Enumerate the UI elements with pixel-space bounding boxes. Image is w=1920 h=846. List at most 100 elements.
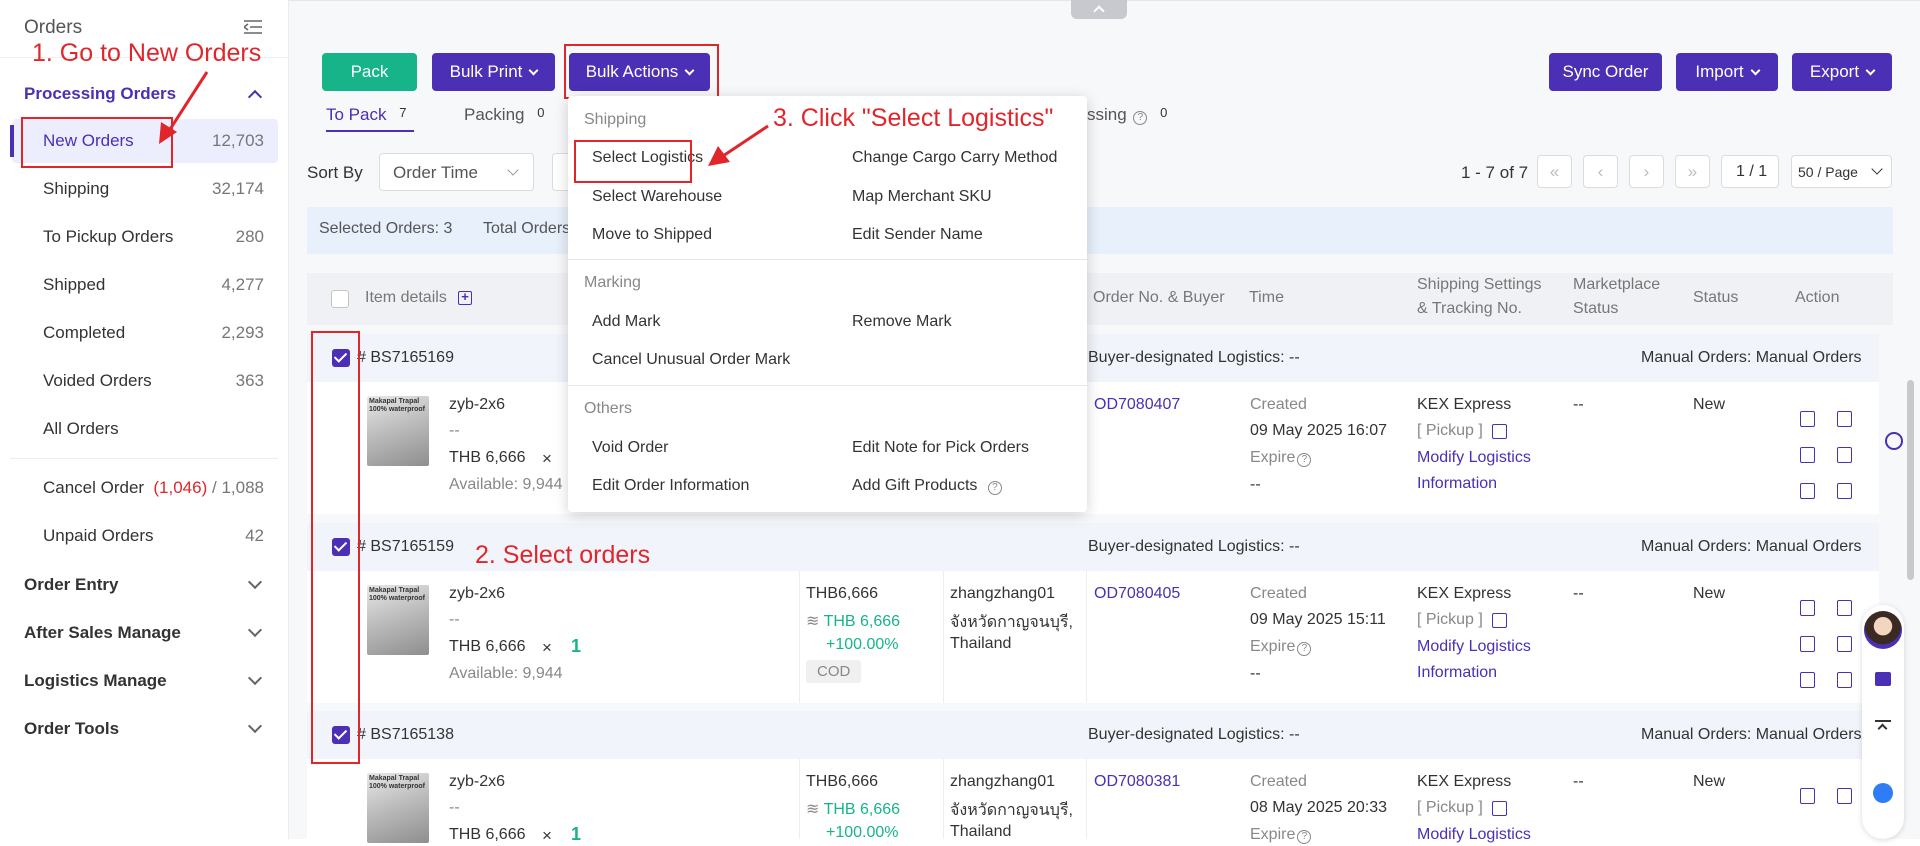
sidebar-item-voided-orders[interactable]: Voided Orders 363 xyxy=(12,359,278,403)
order-number-link[interactable]: OD7080405 xyxy=(1094,585,1180,603)
product-variant: -- xyxy=(449,799,460,816)
box-icon[interactable] xyxy=(1800,672,1815,688)
menu-item-cancel-unusual-mark[interactable]: Cancel Unusual Order Mark xyxy=(592,351,790,369)
prev-page-button[interactable]: ‹ xyxy=(1583,155,1618,188)
chevron-down-icon[interactable] xyxy=(247,574,263,590)
sidebar-item-shipping[interactable]: Shipping 32,174 xyxy=(12,167,278,211)
edit-icon[interactable] xyxy=(1492,424,1507,439)
menu-item-map-merchant-sku[interactable]: Map Merchant SKU xyxy=(852,188,992,206)
menu-item-move-to-shipped[interactable]: Move to Shipped xyxy=(592,226,712,244)
pack-button[interactable]: Pack xyxy=(322,53,417,91)
export-button[interactable]: Export xyxy=(1792,53,1892,91)
sidebar-item-unpaid-orders[interactable]: Unpaid Orders 42 xyxy=(12,514,278,558)
edit-icon[interactable] xyxy=(1492,613,1507,628)
order-number-link[interactable]: OD7080407 xyxy=(1094,396,1180,414)
help-icon: ? xyxy=(987,481,1002,495)
help-icon: ? xyxy=(1297,830,1312,844)
chevron-up-icon[interactable] xyxy=(247,89,263,105)
sort-by-select[interactable]: Order Time xyxy=(379,153,534,191)
sidebar-item-all-orders[interactable]: All Orders xyxy=(12,407,278,451)
support-avatar[interactable] xyxy=(1864,611,1902,649)
document-icon[interactable] xyxy=(1837,600,1852,616)
search-icon[interactable] xyxy=(1885,432,1903,450)
button-label: Export xyxy=(1809,62,1860,81)
sidebar-group-after-sales[interactable]: After Sales Manage xyxy=(24,623,181,643)
note-icon[interactable] xyxy=(1800,636,1815,652)
menu-item-add-mark[interactable]: Add Mark xyxy=(592,313,660,331)
profit-percent: +100.00% xyxy=(826,824,899,841)
chevron-down-icon xyxy=(1871,163,1883,175)
assistant-icon[interactable] xyxy=(1873,783,1893,803)
chevron-up-icon xyxy=(1093,5,1105,17)
package-icon[interactable] xyxy=(1800,600,1815,616)
package-icon[interactable] xyxy=(1800,788,1815,804)
note-icon[interactable] xyxy=(1800,447,1815,463)
per-page-select[interactable]: 50 / Page xyxy=(1791,155,1892,188)
chevron-down-icon[interactable] xyxy=(247,718,263,734)
button-label: Import xyxy=(1695,62,1744,81)
modify-logistics-link[interactable]: Modify Logistics xyxy=(1417,826,1531,844)
next-page-button[interactable]: › xyxy=(1629,155,1664,188)
sidebar-item-shipped[interactable]: Shipped 4,277 xyxy=(12,263,278,307)
document-icon[interactable] xyxy=(1837,411,1852,427)
back-to-top-icon[interactable] xyxy=(1875,720,1891,734)
sidebar-item-cancel-order[interactable]: Cancel Order (1,046) / 1,088 xyxy=(12,466,278,510)
page-input[interactable]: 1 / 1 xyxy=(1721,155,1779,188)
scrollbar-thumb[interactable] xyxy=(1907,380,1914,580)
sidebar-item-label: Cancel Order xyxy=(43,478,145,497)
select-all-checkbox[interactable] xyxy=(331,290,349,308)
collapse-header-handle[interactable] xyxy=(1071,0,1127,19)
order-row: Makapal Trapal 100% waterproof zyb-2x6 -… xyxy=(307,382,1879,514)
tab-processing[interactable]: ssing ? 0 xyxy=(1087,105,1167,125)
edit-icon[interactable] xyxy=(1837,636,1852,652)
expand-plus-icon[interactable]: + xyxy=(458,290,472,305)
sidebar-item-completed[interactable]: Completed 2,293 xyxy=(12,311,278,355)
button-label: Sync Order xyxy=(1562,62,1649,81)
dropdown-section-others: Others xyxy=(584,400,633,417)
edit-icon[interactable] xyxy=(1837,447,1852,463)
bulk-print-button[interactable]: Bulk Print xyxy=(432,53,555,91)
tab-to-pack[interactable]: To Pack 7 xyxy=(326,105,406,125)
sidebar-item-to-pickup-orders[interactable]: To Pickup Orders 280 xyxy=(12,215,278,259)
modify-logistics-link[interactable]: Modify Logistics xyxy=(1417,449,1531,467)
product-price: THB 6,666 xyxy=(449,638,526,655)
chat-icon[interactable] xyxy=(1875,672,1891,686)
order-number-link[interactable]: OD7080381 xyxy=(1094,773,1180,791)
box-icon[interactable] xyxy=(1800,483,1815,499)
sidebar-item-label: Voided Orders xyxy=(43,371,152,390)
last-page-button[interactable]: » xyxy=(1675,155,1710,188)
first-page-button[interactable]: « xyxy=(1537,155,1572,188)
modify-logistics-link-line2[interactable]: Information xyxy=(1417,475,1497,493)
menu-item-void-order[interactable]: Void Order xyxy=(592,439,668,457)
edit-icon[interactable] xyxy=(1492,801,1507,816)
sidebar-group-logistics[interactable]: Logistics Manage xyxy=(24,671,167,691)
menu-item-add-gift-products[interactable]: Add Gift Products ? xyxy=(852,477,1002,495)
import-button[interactable]: Import xyxy=(1676,53,1778,91)
sidebar-group-processing-orders[interactable]: Processing Orders xyxy=(24,84,176,104)
column-header-marketplace: Marketplace xyxy=(1573,276,1661,293)
help-icon: ? xyxy=(1297,642,1312,656)
menu-item-edit-sender-name[interactable]: Edit Sender Name xyxy=(852,226,983,244)
list-icon[interactable] xyxy=(1837,483,1852,499)
menu-item-change-cargo-carry[interactable]: Change Cargo Carry Method xyxy=(852,149,1057,167)
modify-logistics-link[interactable]: Modify Logistics xyxy=(1417,638,1531,656)
collapse-sidebar-icon[interactable] xyxy=(242,20,262,34)
buyer-address: จังหวัดกาญจนบุรี, xyxy=(950,802,1073,819)
chevron-down-icon[interactable] xyxy=(247,670,263,686)
list-icon[interactable] xyxy=(1837,672,1852,688)
menu-item-remove-mark[interactable]: Remove Mark xyxy=(852,313,952,331)
chevron-down-icon[interactable] xyxy=(247,622,263,638)
document-icon[interactable] xyxy=(1837,788,1852,804)
modify-logistics-link-line2[interactable]: Information xyxy=(1417,664,1497,682)
menu-item-select-warehouse[interactable]: Select Warehouse xyxy=(592,188,722,206)
package-icon[interactable] xyxy=(1800,411,1815,427)
sidebar-item-label: Shipping xyxy=(43,179,110,198)
tab-packing[interactable]: Packing 0 xyxy=(464,105,544,125)
menu-item-edit-order-info[interactable]: Edit Order Information xyxy=(592,477,749,495)
sidebar-group-order-tools[interactable]: Order Tools xyxy=(24,719,119,739)
sync-order-button[interactable]: Sync Order xyxy=(1549,53,1662,91)
cancel-count-red: (1,046) xyxy=(153,478,208,497)
sidebar-group-order-entry[interactable]: Order Entry xyxy=(24,575,118,595)
marketplace-status: -- xyxy=(1573,585,1584,602)
menu-item-edit-note-pick-orders[interactable]: Edit Note for Pick Orders xyxy=(852,439,1029,457)
